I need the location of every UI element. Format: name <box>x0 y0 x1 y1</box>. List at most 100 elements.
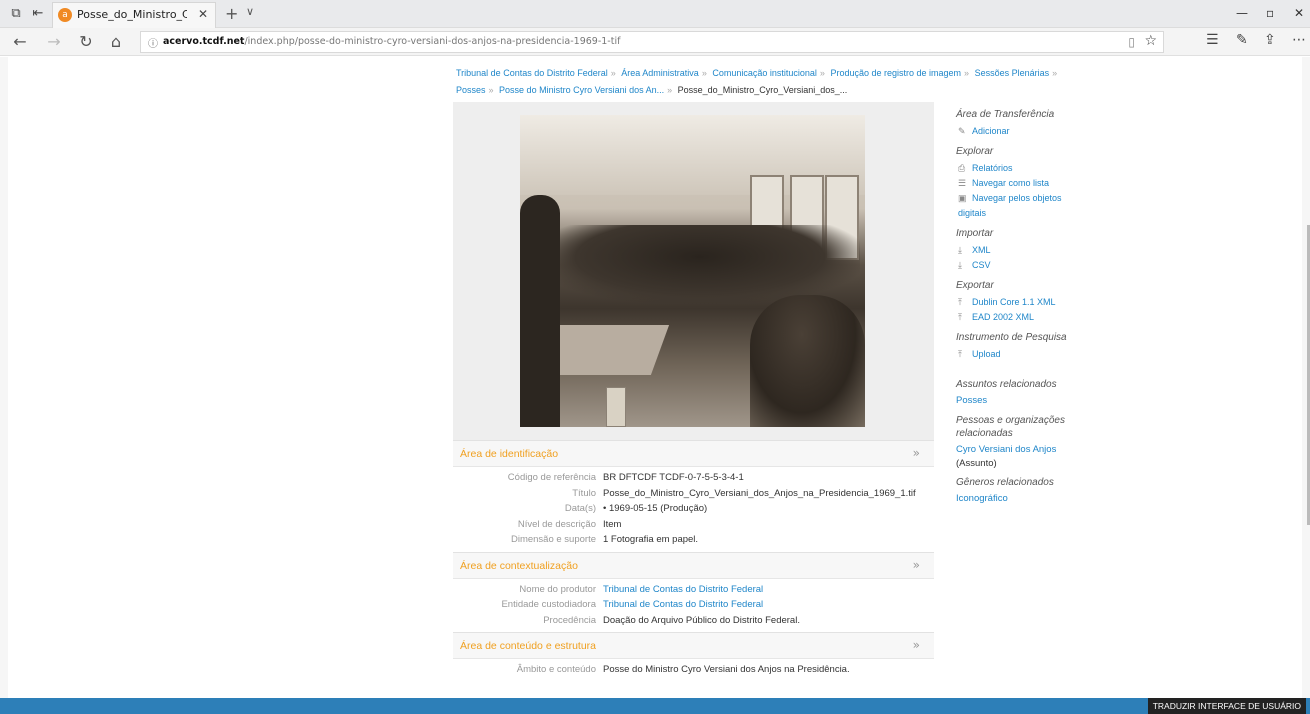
person-link[interactable]: Cyro Versiani dos Anjos <box>956 443 1076 457</box>
breadcrumb-separator: » <box>964 68 970 78</box>
paperclip-icon: ✎ <box>958 126 966 136</box>
export-dublin-link[interactable]: ⤒ Dublin Core 1.1 XML <box>956 295 1076 310</box>
explore-heading: Explorar <box>956 146 994 157</box>
archival-photograph[interactable] <box>520 115 865 427</box>
minimize-icon[interactable]: — <box>1236 6 1248 20</box>
pen-notes-icon[interactable]: ✎ <box>1236 32 1248 48</box>
upload-link[interactable]: ⤒ Upload <box>956 347 1076 362</box>
field-value: • 1969-05-15 (Produção) <box>603 503 708 514</box>
breadcrumb-link[interactable]: Sessões Plenárias <box>975 68 1050 78</box>
ead-label: EAD 2002 XML <box>972 312 1035 322</box>
breadcrumb-link[interactable]: Tribunal de Contas do Distrito Federal <box>456 68 608 78</box>
breadcrumb-link[interactable]: Posse do Ministro Cyro Versiani dos An..… <box>499 85 664 95</box>
double-chevron-icon[interactable]: » <box>913 558 920 572</box>
image-icon: ▣ <box>958 193 967 203</box>
creator-link[interactable]: Tribunal de Contas do Distrito Federal <box>603 584 763 595</box>
set-aside-tabs-icon[interactable]: ⇤ <box>30 6 46 22</box>
description-sections: Área de identificação » Código de referê… <box>453 440 934 682</box>
section-title: Área de conteúdo e estrutura <box>460 640 597 652</box>
favorite-star-icon[interactable]: ☆ <box>1144 33 1157 49</box>
url-path: /index.php/posse-do-ministro-cyro-versia… <box>244 36 621 47</box>
export-ead-link[interactable]: ⤒ EAD 2002 XML <box>956 310 1076 325</box>
breadcrumb-link[interactable]: Área Administrativa <box>621 68 699 78</box>
url-text: acervo.tcdf.net/index.php/posse-do-minis… <box>163 36 620 47</box>
page-left-margin <box>0 57 8 698</box>
back-icon[interactable]: ← <box>10 32 30 51</box>
translate-ui-button[interactable]: TRADUZIR INTERFACE DE USUÁRIO <box>1147 698 1306 714</box>
double-chevron-icon[interactable]: » <box>913 446 920 460</box>
share-icon[interactable]: ⇪ <box>1264 32 1276 48</box>
browser-tab[interactable]: a Posse_do_Ministro_Cyrc ✕ <box>52 2 216 28</box>
add-clipboard-link[interactable]: ✎ Adicionar <box>956 124 1076 139</box>
field-value: BR DFTCDF TCDF-0-7-5-5-3-4-1 <box>603 472 744 483</box>
browse-list-link[interactable]: ☰ Navegar como lista <box>956 176 1076 191</box>
section-context-header[interactable]: Área de contextualização » <box>453 551 934 579</box>
refresh-icon[interactable]: ↻ <box>76 32 96 51</box>
maximize-icon[interactable]: ▫ <box>1266 6 1274 20</box>
field-label: Data(s) <box>564 503 596 514</box>
field-row: Âmbito e conteúdo Posse do Ministro Cyro … <box>453 662 934 678</box>
reading-view-icon[interactable]: ▯ <box>1128 35 1135 49</box>
photo-seated-man <box>750 295 865 427</box>
more-menu-icon[interactable]: ⋯ <box>1292 32 1306 48</box>
photo-glass <box>606 387 626 427</box>
genre-link[interactable]: Iconográfico <box>956 492 1076 506</box>
tab-actions-icon[interactable]: ⧉ <box>8 6 24 22</box>
window-close-icon[interactable]: ✕ <box>1294 6 1304 20</box>
field-label: Procedência <box>543 614 596 626</box>
browse-digital-label: Navegar pelos objetos digitais <box>958 193 1062 218</box>
home-icon[interactable]: ⌂ <box>106 32 126 51</box>
url-domain: acervo.tcdf.net <box>163 36 245 47</box>
field-value: Posse_do_Ministro_Cyro_Versiani_dos_Anjo… <box>603 487 916 499</box>
reports-link[interactable]: ⎙ Relatórios <box>956 161 1076 176</box>
tab-preview-chevron-icon[interactable]: ∨ <box>246 5 254 18</box>
person-role: (Assunto) <box>956 458 997 469</box>
favorites-list-icon[interactable]: ☰ <box>1206 32 1219 48</box>
print-icon: ⎙ <box>958 163 966 173</box>
site-info-icon[interactable]: ⓘ <box>148 35 158 50</box>
breadcrumb-link[interactable]: Comunicação institucional <box>712 68 817 78</box>
tab-title: Posse_do_Ministro_Cyrc <box>77 8 187 21</box>
address-toolbar: ← → ↻ ⌂ ⓘ acervo.tcdf.net/index.php/poss… <box>0 28 1310 56</box>
xml-label: XML <box>972 245 991 255</box>
context-menu-sidebar: Área de Transferência ✎ Adicionar Explora… <box>956 102 1076 506</box>
field-label: Nível de descrição <box>517 518 596 530</box>
import-xml-link[interactable]: ⤓ XML <box>956 243 1076 258</box>
breadcrumb-separator: » <box>701 68 707 78</box>
field-row: Título Posse_do_Ministro_Cyro_Versiani_do… <box>453 486 934 502</box>
footer-bar: TRADUZIR INTERFACE DE USUÁRIO <box>0 698 1310 714</box>
breadcrumb-link[interactable]: Posses <box>456 85 486 95</box>
forward-icon[interactable]: → <box>44 32 64 51</box>
double-chevron-icon[interactable]: » <box>913 638 920 652</box>
import-heading: Importar <box>956 228 994 239</box>
upload-icon: ⤒ <box>958 297 962 307</box>
breadcrumb-separator: » <box>819 68 825 78</box>
field-row: Entidade custodiadora Tribunal de Contas … <box>453 597 934 613</box>
page-content: Tribunal de Contas do Distrito Federal» … <box>0 57 1310 698</box>
close-tab-icon[interactable]: ✕ <box>198 7 208 21</box>
subject-link[interactable]: Posses <box>956 394 1076 408</box>
new-tab-icon[interactable]: + <box>225 4 238 23</box>
photo-standing-man <box>520 195 560 427</box>
csv-label: CSV <box>972 260 991 270</box>
field-value: Doação do Arquivo Público do Distrito Fe… <box>603 614 800 626</box>
reports-label: Relatórios <box>972 163 1013 173</box>
list-icon: ☰ <box>958 178 967 188</box>
photo-crowd <box>540 225 860 305</box>
breadcrumb-link[interactable]: Produção de registro de imagem <box>830 68 961 78</box>
field-row: Procedência Doação do Arquivo Público do … <box>453 613 934 629</box>
import-csv-link[interactable]: ⤓ CSV <box>956 258 1076 273</box>
section-identification-header[interactable]: Área de identificação » <box>453 440 934 467</box>
field-label: Entidade custodiadora <box>501 599 596 610</box>
site-favicon-icon: a <box>58 8 72 22</box>
section-context-fields: Nome do produtor Tribunal de Contas do Di… <box>453 578 934 632</box>
section-content-header[interactable]: Área de conteúdo e estrutura » <box>453 632 934 659</box>
field-row: Nível de descrição Item <box>453 517 934 533</box>
repository-link[interactable]: Tribunal de Contas do Distrito Federal <box>603 599 763 610</box>
add-label: Adicionar <box>972 126 1010 136</box>
section-identification-fields: Código de referência BR DFTCDF TCDF-0-7-5… <box>453 467 934 552</box>
upload-label: Upload <box>972 349 1001 359</box>
url-field[interactable]: ⓘ acervo.tcdf.net/index.php/posse-do-min… <box>140 31 1164 53</box>
dublin-label: Dublin Core 1.1 XML <box>972 297 1056 307</box>
browse-digital-link[interactable]: ▣ Navegar pelos objetos digitais <box>956 191 1076 221</box>
